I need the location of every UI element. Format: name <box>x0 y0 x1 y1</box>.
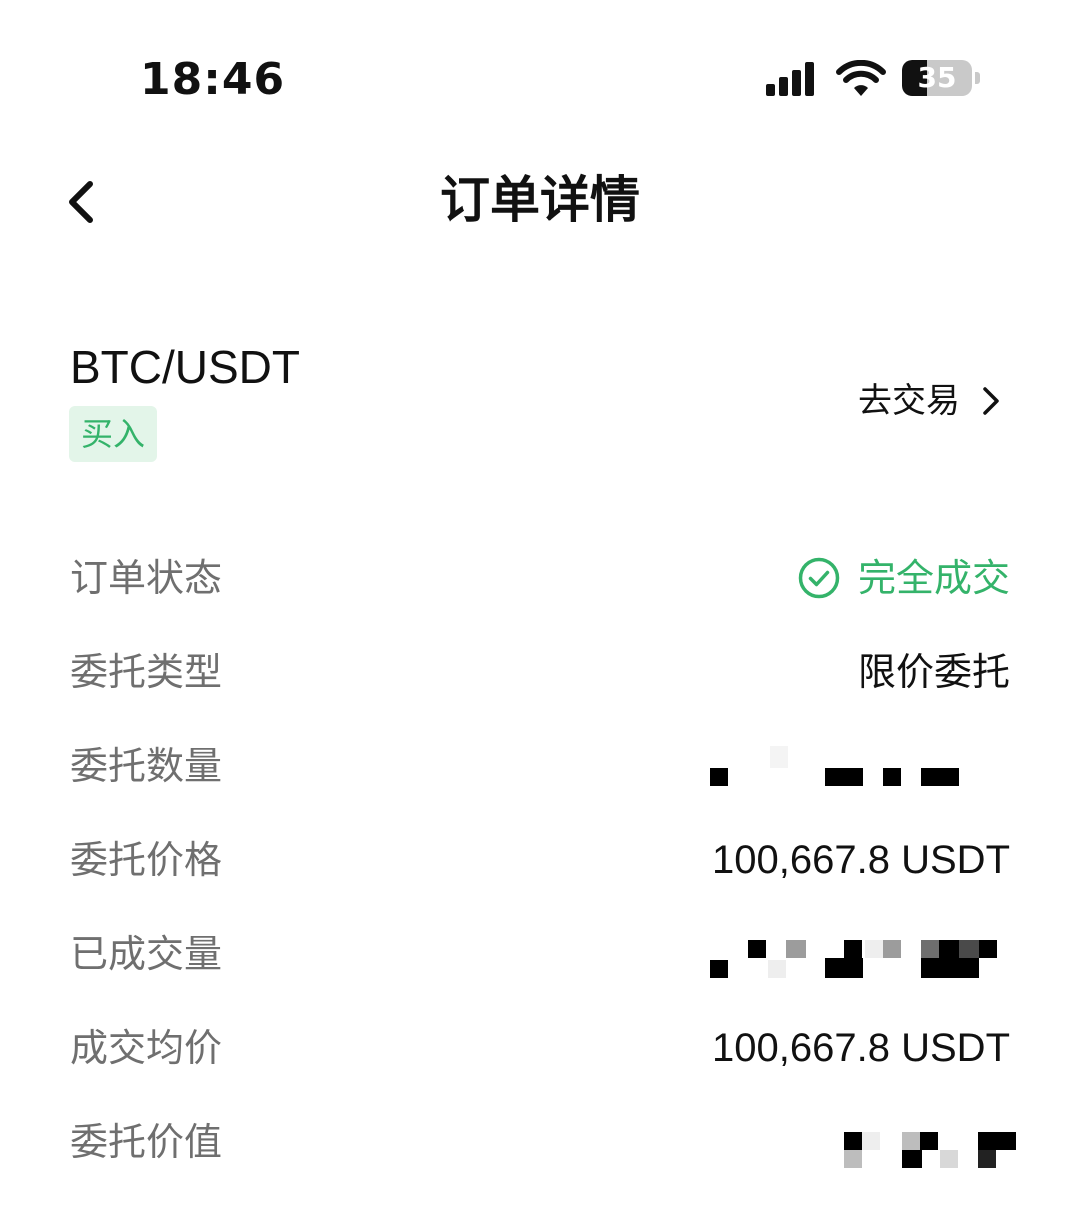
trading-pair: BTC/USDT <box>70 341 300 393</box>
detail-row-avg-price: 成交均价 100,667.8 USDT <box>70 1020 1010 1076</box>
redacted-value <box>710 738 1010 794</box>
redacted-value <box>840 1114 1020 1170</box>
detail-label: 委托价值 <box>70 1120 223 1164</box>
detail-value: 100,667.8 USDT <box>712 1026 1010 1070</box>
detail-row-order-type: 委托类型 限价委托 <box>70 644 1010 700</box>
battery-icon: 35 <box>902 58 984 100</box>
go-trade-label: 去交易 <box>858 381 960 421</box>
signal-icon <box>766 62 814 96</box>
battery-cap <box>975 72 980 84</box>
wifi-icon <box>836 60 886 96</box>
detail-row-order-amount: 委托数量 <box>70 738 1010 794</box>
order-status-text: 完全成交 <box>857 556 1010 600</box>
redacted-value <box>710 926 1020 982</box>
detail-row-order-value: 委托价值 <box>70 1114 1016 1170</box>
detail-row-status: 订单状态 完全成交 <box>70 550 1010 606</box>
detail-value: 100,667.8 USDT <box>712 838 1010 882</box>
detail-row-order-price: 委托价格 100,667.8 USDT <box>70 832 1010 888</box>
order-status: 完全成交 <box>798 550 1010 606</box>
status-time: 18:46 <box>140 54 286 105</box>
status-bar: 18:46 35 <box>0 0 1080 130</box>
page-title: 订单详情 <box>440 171 640 229</box>
detail-label: 委托类型 <box>70 650 223 694</box>
battery-body: 35 <box>902 60 972 96</box>
detail-label: 成交均价 <box>70 1026 223 1070</box>
detail-label: 订单状态 <box>70 556 223 600</box>
battery-level: 35 <box>917 61 957 94</box>
side-badge: 买入 <box>69 406 158 462</box>
detail-value: 限价委托 <box>857 650 1010 694</box>
go-trade-button[interactable]: 去交易 <box>858 378 1002 424</box>
chevron-right-icon <box>983 387 999 415</box>
detail-label: 已成交量 <box>70 932 223 976</box>
detail-row-filled-amount: 已成交量 <box>70 926 1010 982</box>
detail-label: 委托数量 <box>70 744 223 788</box>
detail-label: 委托价格 <box>70 838 223 882</box>
check-circle-icon <box>798 557 840 599</box>
